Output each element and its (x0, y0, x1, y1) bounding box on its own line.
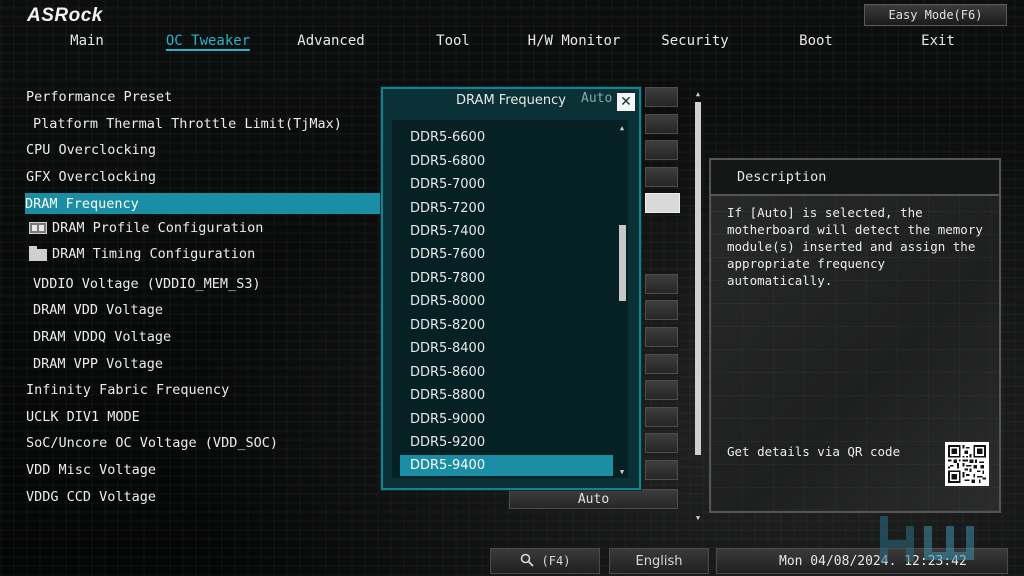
menu-item-soc-uncore-voltage[interactable]: SoC/Uncore OC Voltage (VDD_SOC) (26, 433, 381, 453)
menu-item-uclk-div1[interactable]: UCLK DIV1 MODE (26, 407, 381, 427)
tab-oc-tweaker[interactable]: OC Tweaker (165, 33, 251, 51)
menu-item-label: DRAM Timing Configuration (52, 246, 256, 262)
scroll-up-icon[interactable]: ▲ (693, 90, 703, 98)
description-line: motherboard will detect the memory (727, 222, 983, 237)
menu-item-dram-vdd-voltage[interactable]: DRAM VDD Voltage (33, 300, 388, 320)
search-shortcut: (F4) (541, 554, 571, 568)
value-box[interactable] (645, 274, 678, 294)
description-header: Description (711, 160, 999, 196)
description-panel: Description If [Auto] is selected, the m… (709, 158, 1001, 513)
menu-item-label: VDD Misc Voltage (26, 462, 157, 478)
value-box[interactable] (645, 407, 678, 427)
vddg-ccd-value[interactable]: Auto (509, 489, 678, 509)
value-box[interactable] (645, 300, 678, 320)
folder-icon (29, 246, 47, 261)
search-button[interactable]: (F4) (490, 548, 600, 574)
option-ddr5-7400[interactable]: DDR5-7400 (400, 221, 613, 242)
profile-icon (29, 222, 47, 234)
menu-item-thermal-throttle[interactable]: Platform Thermal Throttle Limit(TjMax) (33, 114, 388, 134)
menu-item-label: CPU Overclocking (26, 142, 157, 158)
value-box-selected[interactable] (645, 193, 680, 213)
menu-item-label: DRAM VPP Voltage (33, 356, 164, 372)
menu-item-label: UCLK DIV1 MODE (26, 409, 140, 425)
description-line: appropriate frequency automatically. (727, 256, 886, 288)
tab-boot[interactable]: Boot (799, 33, 833, 51)
option-ddr5-8400[interactable]: DDR5-8400 (400, 338, 613, 359)
option-ddr5-8800[interactable]: DDR5-8800 (400, 385, 613, 406)
description-line: module(s) inserted and assign the (727, 239, 976, 254)
tab-main[interactable]: Main (70, 33, 104, 51)
scrollbar-thumb[interactable] (695, 102, 701, 455)
menu-item-label: GFX Overclocking (26, 169, 157, 185)
option-ddr5-7200[interactable]: DDR5-7200 (400, 198, 613, 219)
menu-item-label: VDDIO Voltage (VDDIO_MEM_S3) (33, 276, 261, 292)
watermark-logo (880, 516, 974, 562)
menu-item-dram-vpp-voltage[interactable]: DRAM VPP Voltage (33, 354, 388, 374)
option-ddr5-7800[interactable]: DDR5-7800 (400, 268, 613, 289)
scrollbar-thumb[interactable] (619, 225, 626, 301)
menu-item-label: DRAM Frequency (25, 195, 139, 212)
scroll-up-icon[interactable]: ▲ (617, 124, 627, 132)
scroll-down-icon[interactable]: ▼ (693, 514, 703, 522)
description-text: If [Auto] is selected, the motherboard w… (727, 204, 993, 289)
value-box[interactable] (645, 114, 678, 134)
easy-mode-button[interactable]: Easy Mode(F6) (864, 4, 1007, 26)
option-ddr5-6600[interactable]: DDR5-6600 (400, 127, 613, 148)
menu-item-label: VDDG CCD Voltage (26, 489, 157, 505)
option-ddr5-8000[interactable]: DDR5-8000 (400, 291, 613, 312)
menu-item-vdd-misc-voltage[interactable]: VDD Misc Voltage (26, 460, 381, 480)
popup-scrollbar[interactable]: ▲ ▼ (617, 124, 627, 477)
value-box[interactable] (645, 433, 678, 453)
option-ddr5-9000[interactable]: DDR5-9000 (400, 409, 613, 430)
menu-item-infinity-fabric[interactable]: Infinity Fabric Frequency (26, 380, 381, 400)
qr-code (945, 442, 989, 486)
frequency-options-list: DDR5-6600 DDR5-6800 DDR5-7000 DDR5-7200 … (392, 120, 628, 478)
menu-item-label: DRAM Profile Configuration (52, 220, 264, 236)
menu-item-dram-timing[interactable]: DRAM Timing Configuration (29, 244, 384, 264)
menu-item-label: DRAM VDDQ Voltage (33, 329, 172, 345)
menu-item-dram-frequency[interactable]: DRAM Frequency (25, 193, 382, 214)
qr-label: Get details via QR code (727, 444, 901, 459)
menu-item-label: Infinity Fabric Frequency (26, 382, 230, 398)
dram-frequency-popup: DRAM Frequency Auto ✕ DDR5-6600 DDR5-680… (381, 87, 641, 490)
value-box[interactable] (645, 354, 678, 374)
option-ddr5-7000[interactable]: DDR5-7000 (400, 174, 613, 195)
tab-hw-monitor[interactable]: H/W Monitor (528, 33, 621, 51)
option-ddr5-7600[interactable]: DDR5-7600 (400, 244, 613, 265)
option-ddr5-6800[interactable]: DDR5-6800 (400, 151, 613, 172)
tab-security[interactable]: Security (661, 33, 728, 51)
value-box[interactable] (645, 167, 678, 187)
option-ddr5-8600[interactable]: DDR5-8600 (400, 362, 613, 383)
menu-item-vddg-ccd-voltage[interactable]: VDDG CCD Voltage (26, 487, 381, 507)
tab-exit[interactable]: Exit (921, 33, 955, 51)
value-box[interactable] (645, 87, 678, 107)
asrock-logo: ASRock (27, 5, 103, 26)
value-box[interactable] (645, 327, 678, 347)
menu-item-label: SoC/Uncore OC Voltage (VDD_SOC) (26, 435, 278, 451)
value-box[interactable] (645, 460, 678, 480)
value-box[interactable] (645, 140, 678, 160)
menu-item-dram-vddq-voltage[interactable]: DRAM VDDQ Voltage (33, 327, 388, 347)
option-ddr5-9200[interactable]: DDR5-9200 (400, 432, 613, 453)
menu-item-label: DRAM VDD Voltage (33, 302, 164, 318)
menu-item-gfx-overclocking[interactable]: GFX Overclocking (26, 167, 381, 187)
close-icon[interactable]: ✕ (617, 93, 635, 111)
menu-item-cpu-overclocking[interactable]: CPU Overclocking (26, 140, 381, 160)
menu-item-vddio-voltage[interactable]: VDDIO Voltage (VDDIO_MEM_S3) (33, 274, 388, 294)
popup-current-value: Auto (581, 91, 613, 106)
description-line: If [Auto] is selected, the (727, 205, 923, 220)
language-button[interactable]: English (609, 548, 709, 574)
value-box[interactable] (645, 380, 678, 400)
tab-advanced[interactable]: Advanced (297, 33, 364, 51)
main-scrollbar[interactable]: ▲ ▼ (693, 90, 703, 522)
menu-item-performance-preset[interactable]: Performance Preset (26, 87, 381, 107)
option-ddr5-8200[interactable]: DDR5-8200 (400, 315, 613, 336)
scroll-down-icon[interactable]: ▼ (617, 468, 627, 476)
menu-item-label: Platform Thermal Throttle Limit(TjMax) (33, 116, 342, 132)
menu-item-label: Performance Preset (26, 89, 173, 105)
tab-tool[interactable]: Tool (436, 33, 470, 51)
menu-item-dram-profile[interactable]: DRAM Profile Configuration (29, 218, 384, 238)
search-icon (520, 553, 534, 570)
option-ddr5-9400[interactable]: DDR5-9400 (400, 455, 613, 476)
